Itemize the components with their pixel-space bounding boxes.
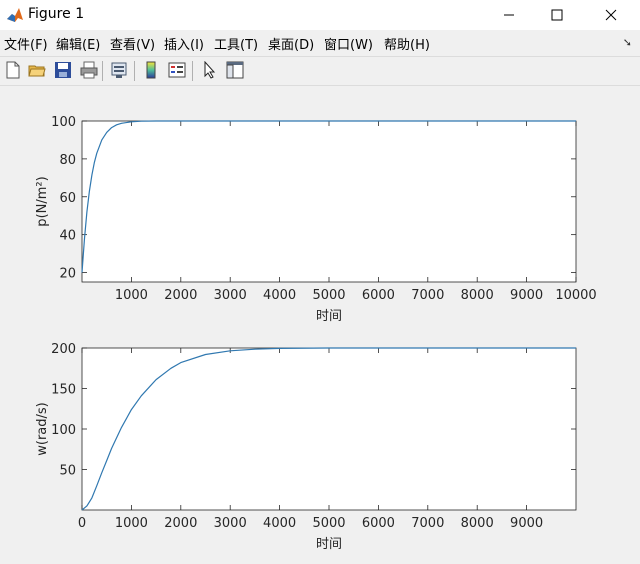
x-tick-label: 3000 <box>214 516 247 531</box>
pointer-button[interactable] <box>198 59 220 81</box>
x-axis-label: 时间 <box>316 309 342 324</box>
x-tick-label: 2000 <box>164 288 197 303</box>
minimize-icon <box>504 14 514 16</box>
legend-icon <box>168 62 186 78</box>
y-tick-label: 150 <box>51 383 76 398</box>
x-tick-label: 3000 <box>214 288 247 303</box>
x-tick-label: 2000 <box>164 516 197 531</box>
maximize-icon <box>551 9 563 21</box>
y-axis-label: w(rad/s) <box>35 402 50 456</box>
y-tick-label: 100 <box>51 423 76 438</box>
x-tick-label: 9000 <box>510 288 543 303</box>
menu-window[interactable]: 窗口(W) <box>324 34 373 53</box>
x-tick-label: 8000 <box>461 288 494 303</box>
property-editor-button[interactable] <box>224 59 246 81</box>
minimize-button[interactable] <box>486 0 532 30</box>
axes-2[interactable]: 0 1000 2000 3000 4000 5000 6000 7000 8000 9000 50 1… <box>35 342 577 552</box>
x-tick-label: 7000 <box>411 516 444 531</box>
legend-button[interactable] <box>166 59 188 81</box>
window-title: Figure 1 <box>28 6 85 22</box>
figure-plots: 1000 2000 3000 4000 5000 6000 7000 8000 9000 1000… <box>35 115 597 552</box>
dock-arrow-icon[interactable]: ➘ <box>623 36 632 49</box>
link-plot-button[interactable] <box>108 59 130 81</box>
close-button[interactable] <box>588 0 634 30</box>
x-tick-label: 8000 <box>461 516 494 531</box>
menu-desktop[interactable]: 桌面(D) <box>268 34 314 53</box>
y-tick-label: 40 <box>59 229 76 244</box>
y-tick-label: 100 <box>51 115 76 130</box>
x-tick-label: 1000 <box>115 516 148 531</box>
x-tick-label: 4000 <box>263 516 296 531</box>
x-tick-label: 5000 <box>312 516 345 531</box>
y-axis-label: p(N/m²) <box>35 176 50 226</box>
new-figure-button[interactable] <box>2 59 24 81</box>
y-tick-label: 80 <box>59 153 76 168</box>
menu-bar: 文件(F) 编辑(E) 查看(V) 插入(I) 工具(T) 桌面(D) 窗口(W… <box>0 30 640 54</box>
menu-edit[interactable]: 编辑(E) <box>56 34 100 53</box>
x-tick-label: 4000 <box>263 288 296 303</box>
save-icon <box>55 62 71 78</box>
x-axis-label: 时间 <box>316 537 342 552</box>
axes-box <box>81 347 577 511</box>
colorbar-icon <box>146 61 156 79</box>
print-button[interactable] <box>78 59 100 81</box>
figure-canvas: 1000 2000 3000 4000 5000 6000 7000 8000 9000 1000… <box>0 86 640 564</box>
toolbar <box>0 56 640 86</box>
x-tick-label: 9000 <box>510 516 543 531</box>
y-tick-label: 200 <box>51 342 76 357</box>
colorbar-button[interactable] <box>140 59 162 81</box>
x-tick-label: 6000 <box>362 516 395 531</box>
menu-view[interactable]: 查看(V) <box>110 34 155 53</box>
link-plot-icon <box>111 62 127 78</box>
new-figure-icon <box>6 61 20 79</box>
title-bar: Figure 1 <box>0 0 640 30</box>
axes-box <box>81 120 577 283</box>
menu-insert[interactable]: 插入(I) <box>164 34 204 53</box>
y-tick-label: 50 <box>59 464 76 479</box>
x-tick-label: 0 <box>78 516 86 531</box>
maximize-button[interactable] <box>534 0 580 30</box>
pointer-icon <box>204 61 216 79</box>
x-tick-label: 6000 <box>362 288 395 303</box>
x-tick-label: 5000 <box>312 288 345 303</box>
open-file-button[interactable] <box>26 59 48 81</box>
menu-tools[interactable]: 工具(T) <box>214 34 258 53</box>
property-editor-icon <box>226 61 244 79</box>
open-file-icon <box>28 65 46 77</box>
save-button[interactable] <box>52 59 74 81</box>
close-icon <box>605 9 617 21</box>
axes-1[interactable]: 1000 2000 3000 4000 5000 6000 7000 8000 9000 1000… <box>35 115 597 324</box>
menu-help[interactable]: 帮助(H) <box>384 34 430 53</box>
y-tick-label: 20 <box>59 267 76 282</box>
x-tick-label: 7000 <box>411 288 444 303</box>
matlab-icon <box>6 6 24 24</box>
y-tick-label: 60 <box>59 191 76 206</box>
x-tick-label: 1000 <box>115 288 148 303</box>
print-icon <box>80 61 98 79</box>
x-tick-label: 10000 <box>555 288 596 303</box>
menu-file[interactable]: 文件(F) <box>4 34 48 53</box>
